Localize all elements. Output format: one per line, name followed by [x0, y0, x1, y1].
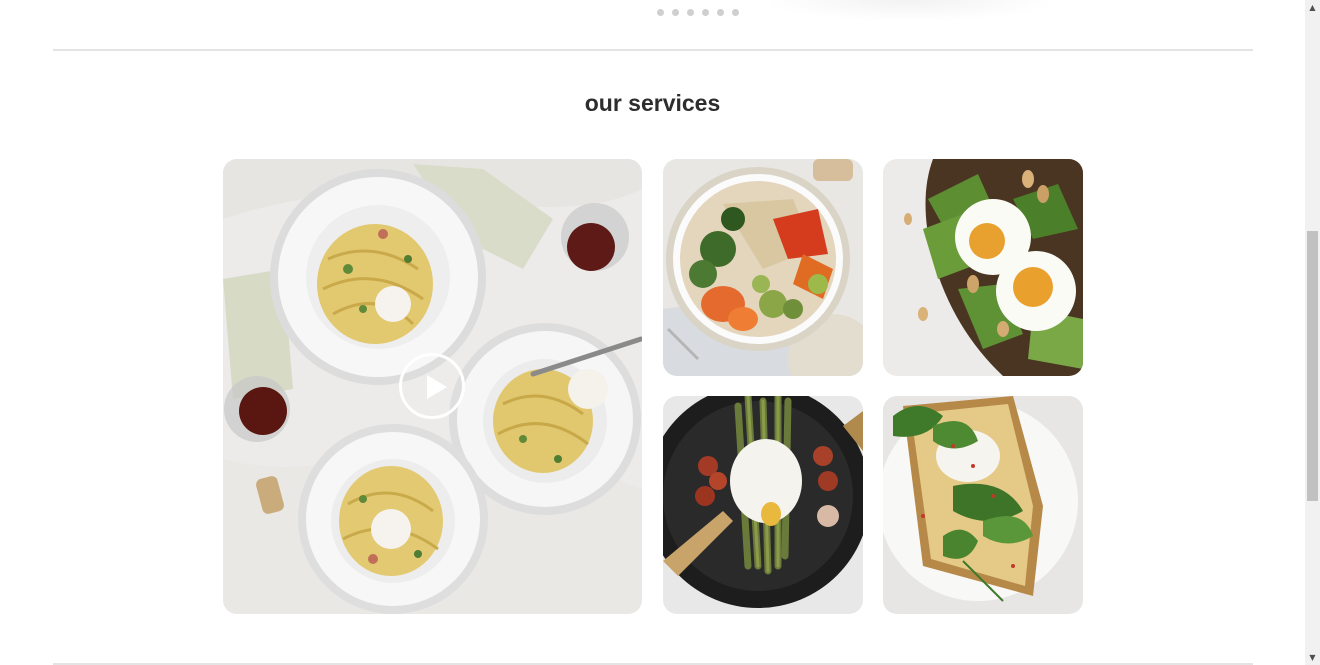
scrollbar-thumb[interactable]: [1307, 231, 1318, 501]
carousel-dot[interactable]: [657, 9, 664, 16]
service-tile-bowl[interactable]: [663, 159, 863, 376]
scroll-down-arrow-icon[interactable]: ▼: [1305, 650, 1320, 665]
slider-image-edge: [770, 0, 1050, 20]
carousel-dot[interactable]: [672, 9, 679, 16]
page: our services: [0, 0, 1305, 665]
service-tile-avocado-eggs[interactable]: [883, 159, 1083, 376]
carousel-dot[interactable]: [717, 9, 724, 16]
scroll-up-arrow-icon[interactable]: ▲: [1305, 0, 1320, 15]
carousel-dot[interactable]: [732, 9, 739, 16]
play-icon: [427, 375, 447, 399]
section-title: our services: [584, 90, 721, 116]
avocado-eggs-photo: [883, 159, 1083, 376]
service-tile-asparagus-egg[interactable]: [663, 396, 863, 614]
carousel-dot[interactable]: [687, 9, 694, 16]
service-tile-spinach-toast[interactable]: [883, 396, 1083, 614]
video-tile-pasta[interactable]: [223, 159, 642, 614]
bowl-photo: [663, 159, 863, 376]
vertical-scrollbar[interactable]: ▲ ▼: [1305, 0, 1320, 665]
spinach-toast-photo: [883, 396, 1083, 614]
asparagus-egg-photo: [663, 396, 863, 614]
carousel-dot[interactable]: [702, 9, 709, 16]
carousel-dots: [657, 9, 739, 16]
section-divider-top: [53, 49, 1253, 51]
play-button[interactable]: [399, 353, 465, 419]
